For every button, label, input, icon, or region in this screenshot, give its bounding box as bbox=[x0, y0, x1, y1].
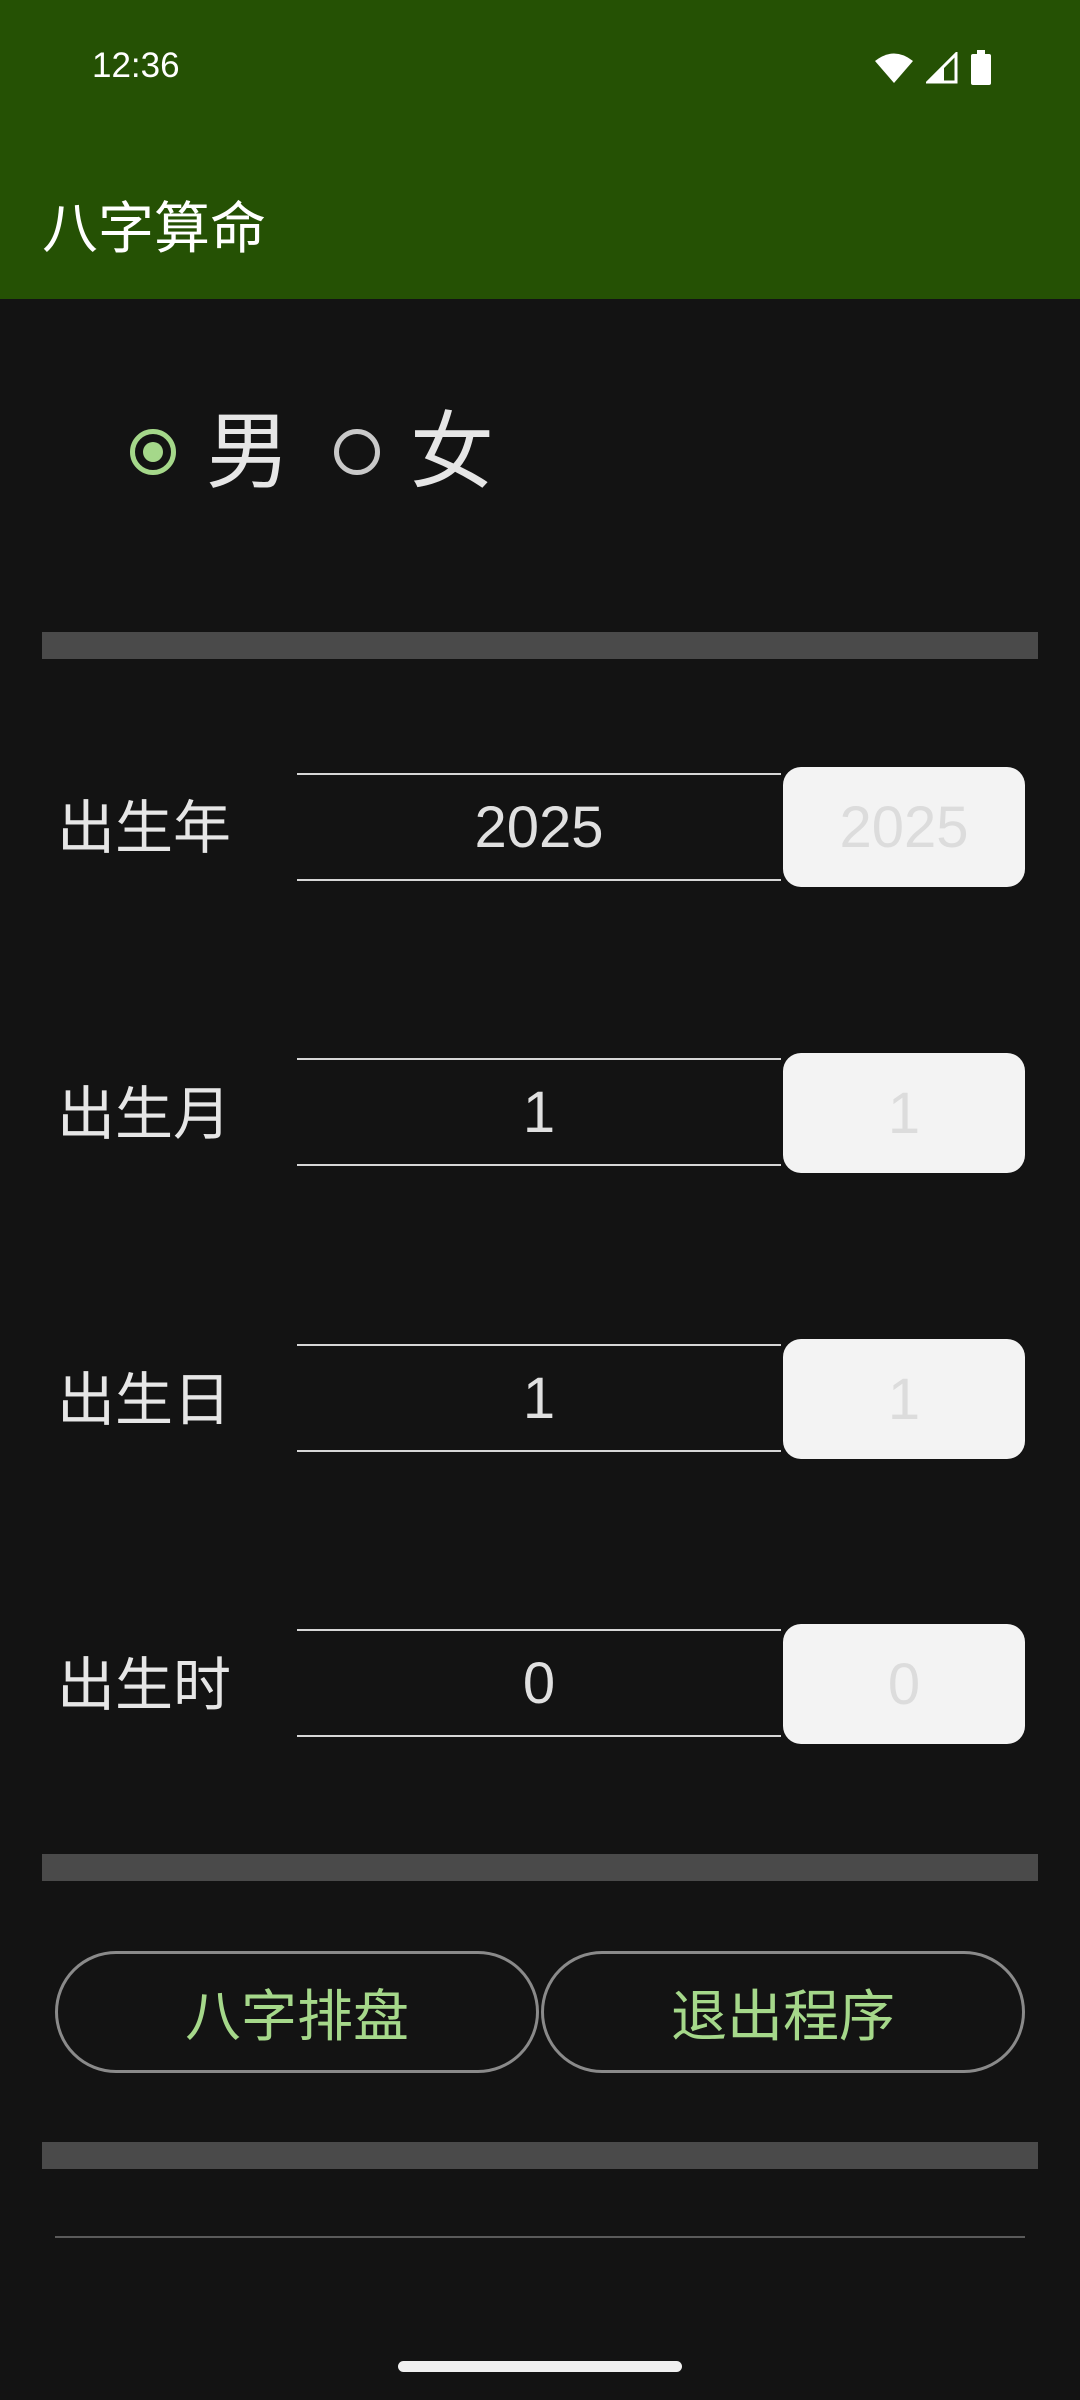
home-indicator[interactable] bbox=[398, 2361, 682, 2372]
birth-year-input[interactable]: 2025 bbox=[297, 773, 781, 881]
radio-male-label[interactable]: 男 bbox=[206, 410, 290, 494]
app-bar: 八字算命 bbox=[0, 134, 1080, 299]
divider bbox=[42, 2142, 1038, 2169]
signal-icon bbox=[926, 52, 958, 84]
divider bbox=[42, 632, 1038, 659]
birth-month-label: 出生月 bbox=[57, 1080, 232, 1148]
divider bbox=[42, 1854, 1038, 1881]
birth-day-display: 1 bbox=[783, 1339, 1025, 1459]
separator-line bbox=[55, 2236, 1025, 2238]
battery-icon bbox=[971, 50, 991, 85]
app-title: 八字算命 bbox=[42, 197, 266, 262]
radio-female[interactable] bbox=[334, 429, 381, 475]
birth-month-display: 1 bbox=[783, 1053, 1025, 1173]
birth-month-input[interactable]: 1 bbox=[297, 1058, 781, 1166]
radio-female-label[interactable]: 女 bbox=[410, 410, 494, 494]
exit-button[interactable]: 退出程序 bbox=[541, 1951, 1025, 2073]
birth-hour-input[interactable]: 0 bbox=[297, 1629, 781, 1737]
birth-year-label: 出生年 bbox=[57, 794, 232, 862]
bazi-chart-button[interactable]: 八字排盘 bbox=[55, 1951, 539, 2073]
birth-day-label: 出生日 bbox=[57, 1366, 232, 1434]
status-icons bbox=[874, 48, 992, 88]
birth-day-input[interactable]: 1 bbox=[297, 1344, 781, 1452]
status-time: 12:36 bbox=[92, 46, 180, 85]
wifi-icon bbox=[875, 53, 913, 83]
radio-male[interactable] bbox=[130, 429, 176, 475]
birth-hour-label: 出生时 bbox=[57, 1651, 232, 1719]
gender-radio-group: 男 女 bbox=[130, 410, 538, 494]
status-bar: 12:36 bbox=[0, 0, 1080, 134]
birth-year-display: 2025 bbox=[783, 767, 1025, 887]
birth-hour-display: 0 bbox=[783, 1624, 1025, 1744]
